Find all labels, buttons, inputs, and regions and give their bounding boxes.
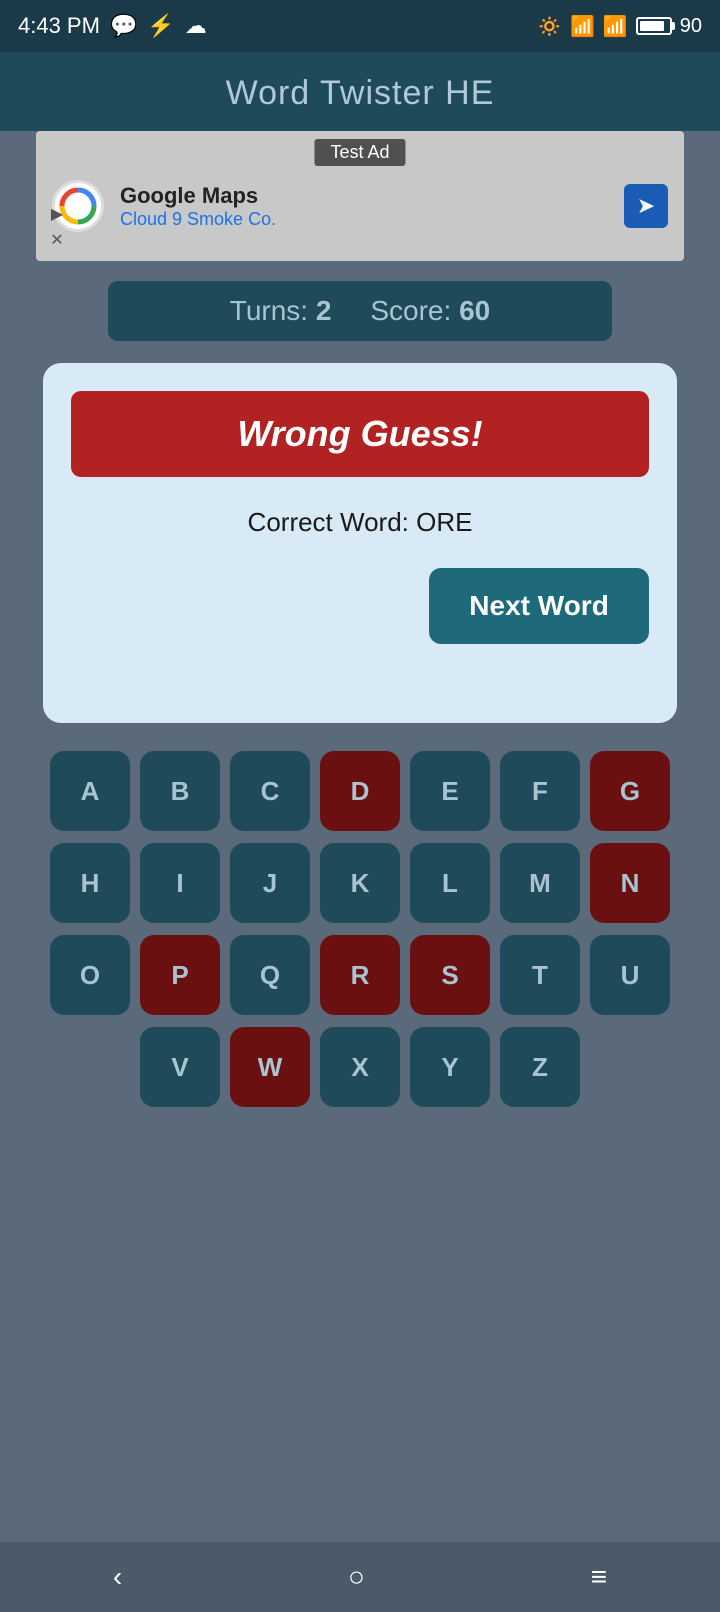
key-o[interactable]: O — [50, 935, 130, 1015]
key-t[interactable]: T — [500, 935, 580, 1015]
next-word-button[interactable]: Next Word — [429, 568, 649, 644]
correct-word-text: Correct Word: ORE — [71, 507, 649, 538]
app-title: Word Twister HE — [226, 74, 495, 112]
key-z[interactable]: Z — [500, 1027, 580, 1107]
vibrate-icon: 🔅 — [537, 14, 562, 39]
ad-content: Google Maps Cloud 9 Smoke Co. ➤ — [36, 170, 684, 242]
key-n[interactable]: N — [590, 843, 670, 923]
key-r[interactable]: R — [320, 935, 400, 1015]
key-c[interactable]: C — [230, 751, 310, 831]
key-m[interactable]: M — [500, 843, 580, 923]
app-header: Word Twister HE — [0, 52, 720, 131]
key-v[interactable]: V — [140, 1027, 220, 1107]
keyboard-row-1: HIJKLMN — [16, 843, 704, 923]
key-h[interactable]: H — [50, 843, 130, 923]
keyboard-row-3: VWXYZ — [16, 1027, 704, 1107]
key-i[interactable]: I — [140, 843, 220, 923]
score-bar: Turns: 2 Score: 60 — [108, 281, 612, 341]
key-g[interactable]: G — [590, 751, 670, 831]
key-s[interactable]: S — [410, 935, 490, 1015]
key-a[interactable]: A — [50, 751, 130, 831]
score-text: Turns: 2 Score: 60 — [230, 295, 490, 326]
wrong-guess-banner: Wrong Guess! — [71, 391, 649, 477]
score-value: 60 — [459, 295, 490, 326]
home-button[interactable]: ○ — [348, 1561, 365, 1593]
keyboard-row-2: OPQRSTU — [16, 935, 704, 1015]
ad-controls: ▶ ✕ — [46, 203, 68, 251]
back-button[interactable]: ‹ — [113, 1561, 122, 1593]
status-left: 4:43 PM 💬 ⚡ ☁ — [18, 13, 207, 39]
ad-play-icon: ▶ — [46, 203, 68, 225]
key-w[interactable]: W — [230, 1027, 310, 1107]
key-j[interactable]: J — [230, 843, 310, 923]
key-f[interactable]: F — [500, 751, 580, 831]
ad-company: Google Maps — [120, 183, 624, 209]
key-p[interactable]: P — [140, 935, 220, 1015]
key-d[interactable]: D — [320, 751, 400, 831]
status-right: 🔅 📶 📶 90 — [537, 14, 702, 39]
battery-icon — [636, 17, 672, 35]
keyboard-section: ABCDEFG HIJKLMN OPQRSTU VWXYZ — [0, 723, 720, 1129]
key-b[interactable]: B — [140, 751, 220, 831]
turns-label: Turns: — [230, 295, 308, 326]
ad-arrow[interactable]: ➤ — [624, 184, 668, 228]
time-label: 4:43 PM — [18, 13, 100, 39]
ad-label: Test Ad — [314, 139, 405, 166]
key-y[interactable]: Y — [410, 1027, 490, 1107]
wifi-icon: 📶 — [603, 14, 628, 39]
status-bar: 4:43 PM 💬 ⚡ ☁ 🔅 📶 📶 90 — [0, 0, 720, 52]
keyboard-row-0: ABCDEFG — [16, 751, 704, 831]
turns-value: 2 — [316, 295, 332, 326]
whatsapp-icon: 💬 — [110, 13, 137, 39]
key-l[interactable]: L — [410, 843, 490, 923]
battery-label: 90 — [680, 15, 702, 38]
score-label: Score: — [370, 295, 451, 326]
ad-banner: Test Ad Google Maps Cloud 9 Smoke Co. ➤ … — [36, 131, 684, 261]
ad-close-icon[interactable]: ✕ — [46, 229, 68, 251]
cloud-icon: ☁ — [185, 13, 207, 39]
nav-bar: ‹ ○ ≡ — [0, 1542, 720, 1612]
menu-button[interactable]: ≡ — [591, 1561, 607, 1593]
key-k[interactable]: K — [320, 843, 400, 923]
ad-subtitle: Cloud 9 Smoke Co. — [120, 209, 624, 230]
dialog-overlay: Wrong Guess! Correct Word: ORE Next Word — [43, 363, 677, 723]
key-q[interactable]: Q — [230, 935, 310, 1015]
key-u[interactable]: U — [590, 935, 670, 1015]
ad-text-block: Google Maps Cloud 9 Smoke Co. — [120, 183, 624, 230]
usb-icon: ⚡ — [147, 13, 174, 39]
wrong-guess-text: Wrong Guess! — [237, 413, 482, 454]
signal-icon: 📶 — [570, 14, 595, 39]
key-e[interactable]: E — [410, 751, 490, 831]
key-x[interactable]: X — [320, 1027, 400, 1107]
